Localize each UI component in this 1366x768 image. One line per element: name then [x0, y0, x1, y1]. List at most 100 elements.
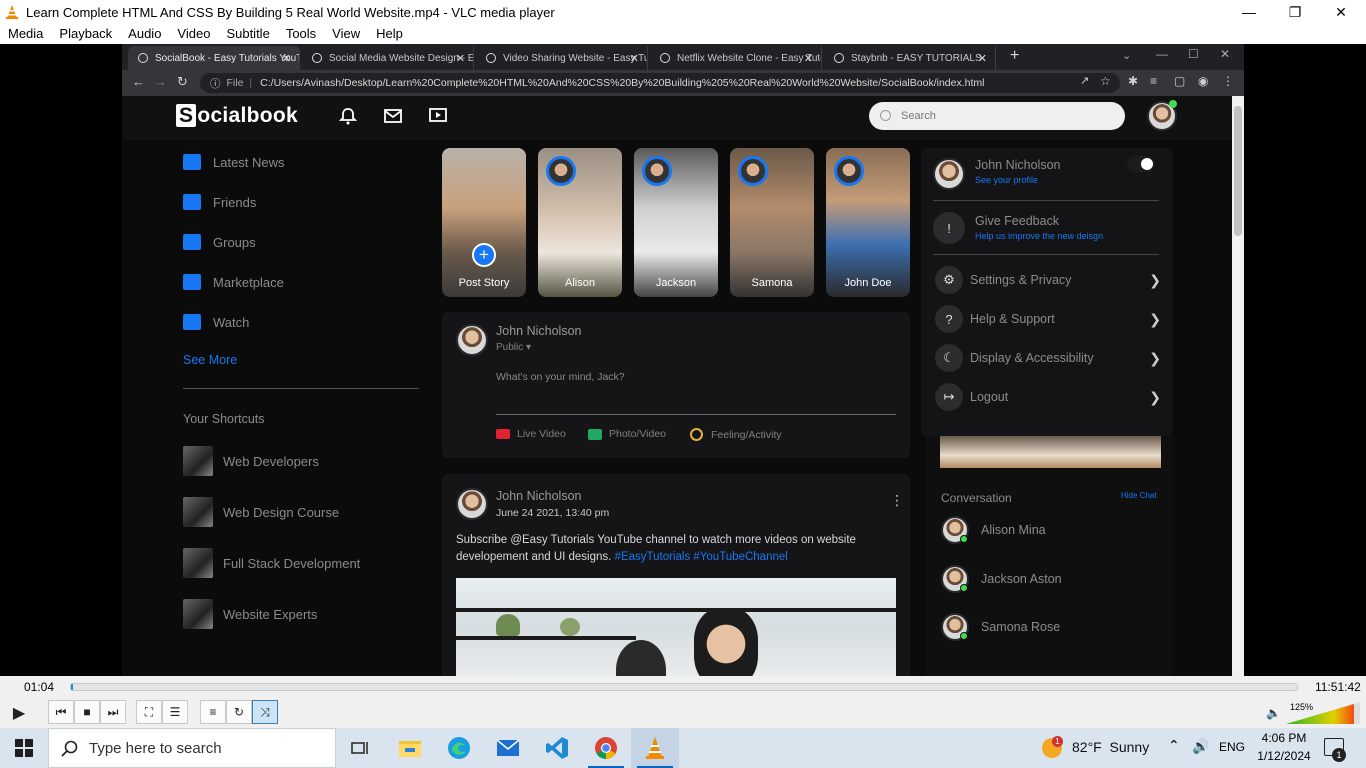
sponsored-image[interactable]: [940, 436, 1161, 468]
search-input[interactable]: Search: [869, 102, 1125, 130]
story-card-post[interactable]: + Post Story: [442, 148, 526, 297]
video-frame[interactable]: SocialBook - Easy Tutorials YouTube✕ Soc…: [0, 44, 1366, 676]
shortcut-web-developers[interactable]: Web Developers: [183, 446, 319, 476]
browser-tab-socialbook[interactable]: SocialBook - Easy Tutorials YouTube✕: [128, 46, 300, 70]
vscode-icon[interactable]: [533, 728, 581, 768]
windows-start-icon[interactable]: [0, 728, 48, 768]
browser-tab-netflix[interactable]: Netflix Website Clone - Easy Tuto ✕: [650, 46, 822, 70]
story-card-jackson[interactable]: Jackson: [634, 148, 718, 297]
back-icon[interactable]: ←: [132, 74, 145, 89]
reload-icon[interactable]: ↻: [177, 74, 188, 90]
stop-icon[interactable]: ■: [74, 700, 100, 724]
browser-tab-staybnb[interactable]: Staybnb - EASY TUTORIALS ✕: [824, 46, 996, 70]
previous-icon[interactable]: ⏮: [48, 700, 74, 724]
menu-view[interactable]: View: [324, 24, 368, 44]
sidebar-item-marketplace[interactable]: Marketplace: [183, 274, 284, 290]
scrollbar-thumb[interactable]: [1234, 106, 1242, 236]
browser-menu-icon[interactable]: ⋮: [1222, 74, 1234, 88]
menu-video[interactable]: Video: [169, 24, 218, 44]
profile-icon[interactable]: ◉: [1198, 74, 1208, 88]
minimize-button[interactable]: —: [1226, 0, 1272, 24]
shuffle-icon[interactable]: ⤨: [252, 700, 278, 724]
chat-contact-samona[interactable]: Samona Rose: [941, 613, 1060, 641]
sidebar-item-watch[interactable]: Watch: [183, 314, 249, 330]
browser-tab-video-sharing[interactable]: Video Sharing Website - Easy Tut ✕: [476, 46, 648, 70]
address-bar[interactable]: ⓘ File | C:/Users/Avinash/Desktop/Learn%…: [200, 73, 1120, 93]
hide-chat-link[interactable]: Hide Chat: [1121, 491, 1157, 500]
post-hashtags[interactable]: #EasyTutorials #YouTubeChannel: [615, 551, 788, 563]
menu-tools[interactable]: Tools: [278, 24, 324, 44]
share-icon[interactable]: ↗: [1080, 74, 1089, 87]
extended-settings-icon[interactable]: ☰: [162, 700, 188, 724]
loop-icon[interactable]: ↻: [226, 700, 252, 724]
edge-browser-icon[interactable]: [435, 728, 483, 768]
sidebar-item-latest-news[interactable]: Latest News: [183, 154, 285, 170]
weather-text[interactable]: 82°F Sunny: [1072, 739, 1149, 755]
photo-video-button[interactable]: Photo/Video: [588, 428, 666, 440]
settings-privacy-item[interactable]: ⚙ Settings & Privacy ❯: [935, 266, 1161, 294]
taskbar-search-input[interactable]: Type here to search: [48, 728, 336, 768]
sidepanel-icon[interactable]: ▢: [1174, 74, 1185, 88]
menu-media[interactable]: Media: [0, 24, 51, 44]
vlc-taskbar-icon[interactable]: [631, 728, 679, 768]
composer-input[interactable]: What's on your mind, Jack?: [496, 371, 625, 383]
close-tab-icon[interactable]: ✕: [804, 52, 813, 65]
close-tab-icon[interactable]: ✕: [456, 52, 465, 65]
clock-date[interactable]: 1/12/2024: [1252, 749, 1316, 763]
menu-subtitle[interactable]: Subtitle: [218, 24, 277, 44]
next-icon[interactable]: ⏭: [100, 700, 126, 724]
settings-profile-avatar[interactable]: [933, 158, 965, 190]
menu-playback[interactable]: Playback: [51, 24, 120, 44]
story-card-john-doe[interactable]: John Doe: [826, 148, 910, 297]
task-view-icon[interactable]: [336, 728, 384, 768]
inbox-icon[interactable]: [383, 106, 403, 126]
live-video-button[interactable]: Live Video: [496, 428, 566, 440]
chat-contact-jackson[interactable]: Jackson Aston: [941, 565, 1062, 593]
chrome-icon[interactable]: [582, 728, 630, 768]
close-tab-icon[interactable]: ✕: [978, 52, 987, 65]
display-accessibility-item[interactable]: ☾ Display & Accessibility ❯: [935, 344, 1161, 372]
dark-mode-toggle[interactable]: [1127, 156, 1155, 172]
notification-bell-icon[interactable]: [338, 106, 358, 126]
chat-contact-alison[interactable]: Alison Mina: [941, 516, 1046, 544]
restore-button[interactable]: ❐: [1272, 0, 1318, 24]
story-card-alison[interactable]: Alison: [538, 148, 622, 297]
post-more-icon[interactable]: ⋮: [890, 492, 904, 509]
see-profile-link[interactable]: See your profile: [975, 175, 1038, 185]
shortcut-website-experts[interactable]: Website Experts: [183, 599, 317, 629]
see-more-link[interactable]: See More: [183, 353, 237, 367]
volume-icon[interactable]: 🔊: [1192, 738, 1209, 755]
play-button[interactable]: ▶: [4, 700, 34, 726]
close-tab-icon[interactable]: ✕: [630, 52, 639, 65]
tab-search-icon[interactable]: ⌄: [1122, 49, 1131, 62]
shortcut-web-design-course[interactable]: Web Design Course: [183, 497, 339, 527]
mail-icon[interactable]: [484, 728, 532, 768]
sidebar-item-friends[interactable]: Friends: [183, 194, 256, 210]
logout-item[interactable]: ↦ Logout ❯: [935, 383, 1161, 411]
volume-slider[interactable]: [1286, 702, 1360, 724]
browser-tab-social-media[interactable]: Social Media Website Design - Easy ✕: [302, 46, 474, 70]
extensions-icon[interactable]: ✱: [1128, 74, 1138, 88]
browser-minimize-icon[interactable]: —: [1156, 47, 1168, 61]
close-button[interactable]: ✕: [1318, 0, 1364, 24]
video-icon[interactable]: [428, 106, 448, 126]
help-support-item[interactable]: ? Help & Support ❯: [935, 305, 1161, 333]
sidebar-item-groups[interactable]: Groups: [183, 234, 256, 250]
fullscreen-icon[interactable]: ⛶: [136, 700, 162, 724]
menu-audio[interactable]: Audio: [120, 24, 169, 44]
feedback-title[interactable]: Give Feedback: [975, 214, 1059, 228]
add-story-icon[interactable]: +: [472, 243, 496, 267]
seek-slider[interactable]: [70, 683, 1298, 691]
clock-time[interactable]: 4:06 PM: [1256, 731, 1312, 745]
speaker-icon[interactable]: 🔈: [1266, 706, 1281, 720]
feeling-button[interactable]: Feeling/Activity: [690, 428, 782, 441]
socialbook-logo[interactable]: Socialbook: [176, 104, 298, 128]
media-icon[interactable]: ≡: [1150, 74, 1157, 88]
story-card-samona[interactable]: Samona: [730, 148, 814, 297]
menu-help[interactable]: Help: [368, 24, 411, 44]
bookmark-star-icon[interactable]: ☆: [1100, 74, 1111, 88]
playlist-icon[interactable]: ≡: [200, 700, 226, 724]
file-explorer-icon[interactable]: [386, 728, 434, 768]
language-indicator[interactable]: ENG: [1219, 740, 1245, 754]
forward-icon[interactable]: →: [154, 74, 167, 89]
